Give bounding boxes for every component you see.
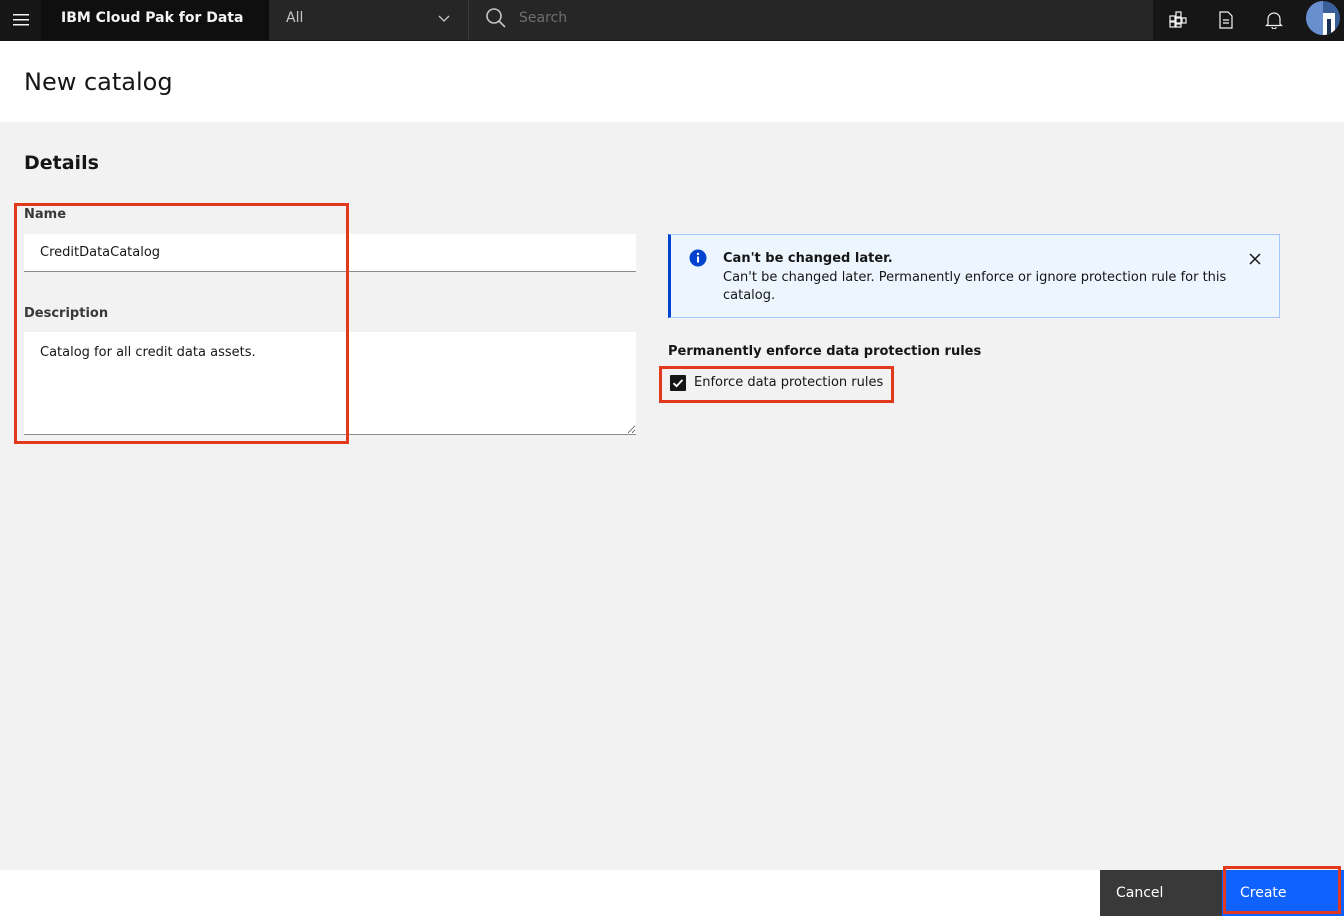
close-icon[interactable] xyxy=(1247,251,1263,267)
notifications-button[interactable] xyxy=(1250,0,1298,40)
scope-selected-value: All xyxy=(286,10,304,26)
details-heading: Details xyxy=(24,152,99,174)
page-header: New catalog xyxy=(0,41,1344,122)
scope-dropdown[interactable]: All xyxy=(269,0,469,40)
page-title: New catalog xyxy=(24,68,173,96)
name-label: Name xyxy=(24,207,67,222)
description-field[interactable]: Catalog for all credit data assets. xyxy=(24,332,636,435)
user-avatar[interactable] xyxy=(1306,1,1340,35)
name-field[interactable] xyxy=(24,234,636,272)
document-icon xyxy=(1219,11,1233,29)
documentation-button[interactable] xyxy=(1202,0,1250,40)
info-notification: Can't be changed later. Can't be changed… xyxy=(668,234,1280,318)
top-navigation-bar: IBM Cloud Pak for Data All xyxy=(0,0,1344,41)
chevron-down-icon xyxy=(438,15,450,22)
enforce-rules-label[interactable]: Enforce data protection rules xyxy=(694,375,883,390)
notification-bell-icon xyxy=(1265,12,1283,29)
avatar-image xyxy=(1306,1,1340,35)
global-search xyxy=(469,0,1153,40)
enforce-rules-checkbox[interactable] xyxy=(670,375,686,391)
notice-title: Can't be changed later. xyxy=(723,251,893,266)
services-button[interactable] xyxy=(1154,0,1202,40)
hamburger-menu-button[interactable] xyxy=(0,0,41,40)
checkmark-icon xyxy=(672,379,684,388)
cancel-button[interactable]: Cancel xyxy=(1100,870,1222,916)
protection-heading: Permanently enforce data protection rule… xyxy=(668,344,982,359)
hamburger-menu-icon xyxy=(12,14,29,26)
create-button[interactable]: Create xyxy=(1222,870,1344,916)
product-name[interactable]: IBM Cloud Pak for Data xyxy=(41,0,269,40)
description-label: Description xyxy=(24,306,109,321)
search-input[interactable] xyxy=(519,6,1119,30)
search-icon[interactable] xyxy=(485,7,507,29)
services-grid-icon xyxy=(1169,11,1187,28)
info-icon xyxy=(689,249,707,267)
notice-body: Can't be changed later. Permanently enfo… xyxy=(723,270,1227,303)
